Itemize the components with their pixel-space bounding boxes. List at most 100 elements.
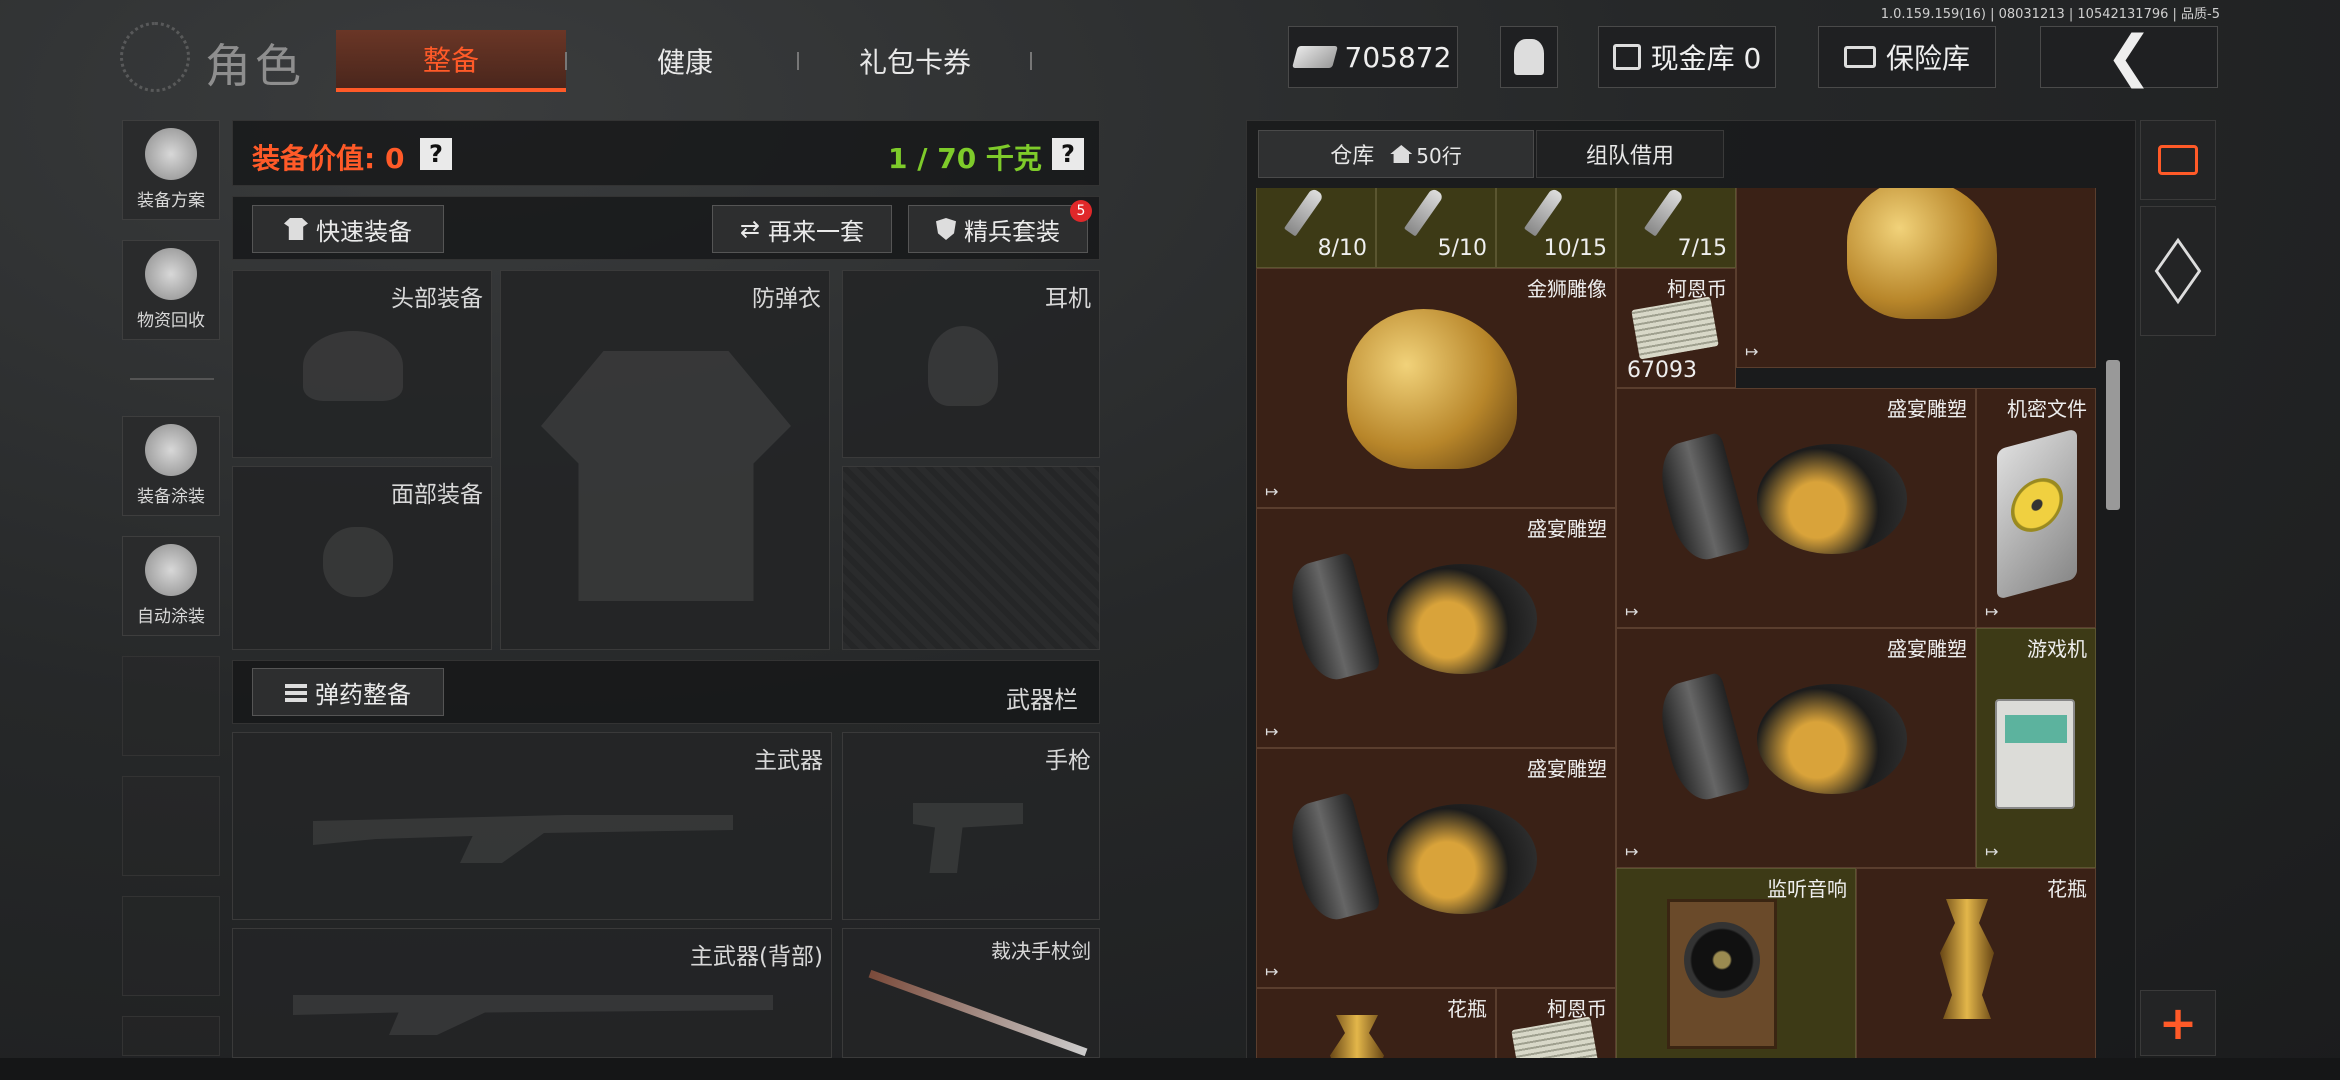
head-gear-slot[interactable]: 头部装备 [232, 270, 492, 458]
plus-icon: + [2158, 996, 2198, 1050]
locked-slot [842, 466, 1100, 650]
cash-vault-label: 现金库 0 [1650, 42, 1762, 75]
shirt-icon [284, 218, 308, 240]
tab-equip[interactable]: 整备 [336, 30, 566, 92]
sidebar-item-auto-skin[interactable]: 自动涂装 [122, 536, 220, 636]
sort-button[interactable] [2140, 120, 2216, 200]
move-arrow-icon: ↦ [1265, 722, 1279, 741]
helmet-icon [145, 128, 197, 180]
key-item[interactable]: 10/15 [1496, 188, 1616, 268]
secret-file-item[interactable]: 机密文件 ↦ [1976, 388, 2096, 628]
sidebar-item-recycle[interactable]: 物资回收 [122, 240, 220, 340]
feast-statue-item[interactable]: 盛宴雕塑 ↦ [1616, 388, 1976, 628]
tab-divider [1030, 52, 1032, 70]
repeat-set-button[interactable]: ⇄ 再来一套 [712, 205, 892, 253]
item-count: 67093 [1627, 358, 1697, 383]
back-button[interactable]: ❮ [2040, 26, 2218, 88]
headset-slot[interactable]: 耳机 [842, 270, 1100, 458]
quick-equip-label: 快速装备 [316, 217, 412, 246]
pistol-slot[interactable]: 手枪 [842, 732, 1100, 920]
coin-item[interactable]: 柯恩币 67093 [1616, 268, 1736, 388]
helmet-paint-icon [145, 424, 197, 476]
vase-icon [1940, 899, 1994, 1019]
back-arrow-icon: ❮ [2105, 24, 2153, 89]
vest-icon [541, 351, 791, 601]
operator-button[interactable] [1500, 26, 1558, 88]
warehouse-scrollbar[interactable] [2106, 360, 2120, 510]
bottom-bar [0, 1058, 2340, 1080]
item-name: 花瓶 [2047, 877, 2087, 901]
ammo-prep-label: 弹药整备 [315, 680, 411, 709]
ammo-icon [285, 682, 307, 702]
storage-label: 仓库 [1330, 144, 1375, 169]
move-arrow-icon: ↦ [1625, 602, 1639, 621]
speaker-item[interactable]: 监听音响 [1616, 868, 1856, 1060]
empty-slot [122, 1016, 220, 1056]
equipment-value: 装备价值: 0 [252, 142, 405, 175]
gold-lion-item[interactable]: 金狮雕像 ↦ [1256, 268, 1616, 508]
help-icon[interactable]: ? [1052, 138, 1084, 170]
armor-slot[interactable]: 防弹衣 [500, 270, 830, 650]
cash-vault-button[interactable]: 现金库 0 [1598, 26, 1776, 88]
elite-set-button[interactable]: 精兵套装 [908, 205, 1088, 253]
headset-icon [928, 326, 998, 406]
tab-divider [565, 52, 567, 70]
key-item[interactable]: 5/10 [1376, 188, 1496, 268]
sidebar-item-skin[interactable]: 装备涂装 [122, 416, 220, 516]
game-console-icon [1995, 699, 2075, 809]
help-icon[interactable]: ? [420, 138, 452, 170]
feast-statue-item[interactable]: 盛宴雕塑 ↦ [1256, 508, 1616, 748]
key-icon [1643, 188, 1685, 237]
globe-logo-icon [120, 22, 190, 92]
refresh-icon: ⇄ [739, 215, 761, 243]
tab-health[interactable]: 健康 [585, 30, 785, 92]
move-arrow-icon: ↦ [1985, 842, 1999, 861]
repeat-set-label: 再来一套 [768, 217, 865, 246]
key-item[interactable]: 8/10 [1256, 188, 1376, 268]
warehouse-grid[interactable]: 8/10 5/10 10/15 7/15 ↦ 金狮雕像 ↦ 柯恩币 67093 … [1256, 188, 2096, 1060]
slot-label: 主武器(背部) [690, 944, 823, 970]
house-icon [1390, 145, 1413, 163]
sort-stack-icon [2158, 145, 2198, 175]
ammo-prep-button[interactable]: 弹药整备 [252, 668, 444, 716]
coin-item[interactable]: 柯恩币 [1496, 988, 1616, 1060]
item-count: 10/15 [1543, 236, 1607, 261]
vault-icon [1612, 44, 1641, 70]
melee-slot[interactable]: 裁决手杖剑 [842, 928, 1100, 1058]
sidebar-item-loadout[interactable]: 装备方案 [122, 120, 220, 220]
vase-item[interactable]: 花瓶 [1856, 868, 2096, 1060]
gold-lion-item[interactable]: ↦ [1736, 188, 2096, 368]
key-item[interactable]: 7/15 [1616, 188, 1736, 268]
tab-storage[interactable]: 仓库 50行 [1258, 130, 1534, 178]
add-button[interactable]: + [2140, 990, 2216, 1056]
item-count: 7/15 [1677, 236, 1727, 261]
feast-statue-item[interactable]: 盛宴雕塑 ↦ [1256, 748, 1616, 988]
sidebar-item-label: 物资回收 [137, 311, 205, 331]
item-count: 5/10 [1437, 236, 1487, 261]
tab-gift-coupons[interactable]: 礼包卡券 [810, 30, 1020, 92]
vase-icon [1330, 1015, 1384, 1060]
empty-slot [122, 776, 220, 876]
sidebar-item-label: 自动涂装 [137, 607, 205, 627]
money-stack-icon [1511, 1016, 1599, 1060]
pistol-icon [913, 803, 1023, 873]
primary-back-slot[interactable]: 主武器(背部) [232, 928, 832, 1058]
feast-statue-item[interactable]: 盛宴雕塑 ↦ [1616, 628, 1976, 868]
tab-team-borrow[interactable]: 组队借用 [1536, 130, 1724, 178]
move-arrow-icon: ↦ [1625, 842, 1639, 861]
primary-weapon-slot[interactable]: 主武器 [232, 732, 832, 920]
key-icon [1523, 188, 1565, 237]
storage-rows: 50行 [1416, 143, 1462, 168]
gas-mask-icon [323, 527, 393, 597]
face-gear-slot[interactable]: 面部装备 [232, 466, 492, 650]
quick-equip-button[interactable]: 快速装备 [252, 205, 444, 253]
layer-button[interactable] [2140, 206, 2216, 336]
recycle-icon [145, 248, 197, 300]
key-icon [1283, 188, 1325, 237]
game-console-item[interactable]: 游戏机 ↦ [1976, 628, 2096, 868]
money-display[interactable]: 705872 [1288, 26, 1458, 88]
money-stack-icon [1631, 296, 1719, 360]
safe-vault-button[interactable]: 保险库 [1818, 26, 1996, 88]
vase-item[interactable]: 花瓶 [1256, 988, 1496, 1060]
item-name: 盛宴雕塑 [1887, 637, 1967, 661]
